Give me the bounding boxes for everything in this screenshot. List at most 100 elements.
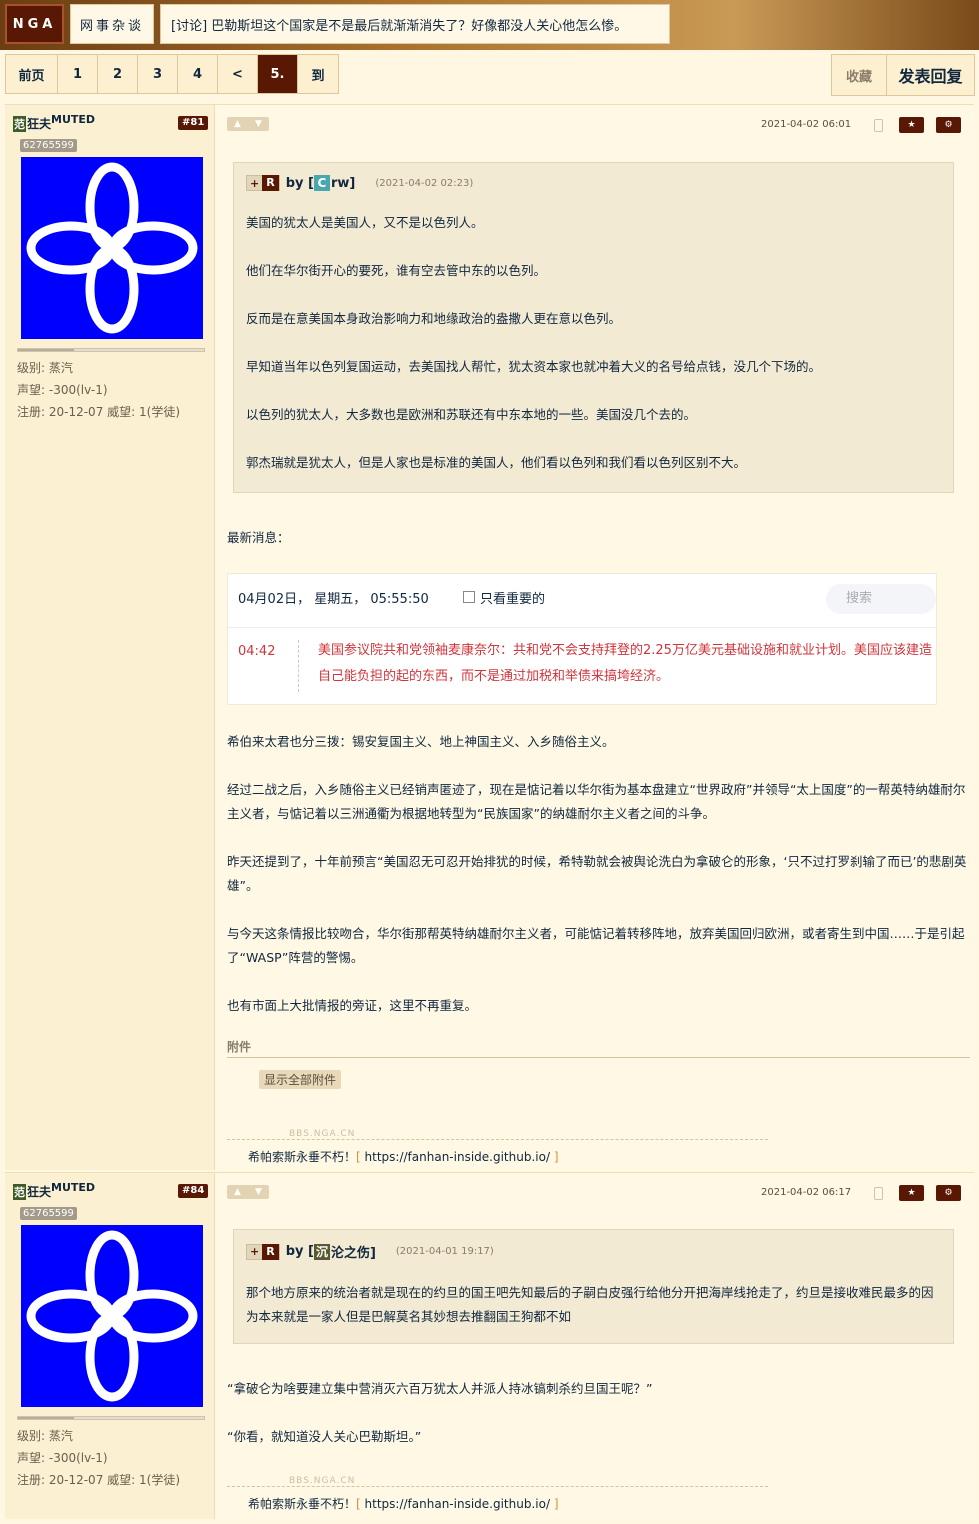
post-time: 2021-04-02 06:17 bbox=[761, 1187, 852, 1198]
user-level: 级别: 蒸汽 bbox=[17, 361, 73, 375]
user-level: 级别: 蒸汽 bbox=[17, 1429, 73, 1443]
quote-paragraph: 他们在华尔街开心的要死，谁有空去管中东的以色列。 bbox=[246, 263, 547, 278]
signature-text: 希帕索斯永垂不朽！[ https://fanhan-inside.github.… bbox=[248, 1150, 559, 1164]
pagination: 前页 1 2 3 4 < 5. 到 bbox=[5, 54, 339, 94]
signature: BBS.NGA.CN 希帕索斯永垂不朽！[ https://fanhan-ins… bbox=[227, 1476, 768, 1511]
quoted-author[interactable]: 沦之伤] bbox=[331, 1242, 376, 1261]
star-icon[interactable]: ★ bbox=[899, 117, 924, 133]
page-4-button[interactable]: 4 bbox=[178, 55, 218, 93]
user-panel: 范狂夫MUTED #81 62765599 级别: 蒸汽 声望: -300(lv… bbox=[5, 105, 215, 1170]
avatar[interactable] bbox=[21, 1225, 203, 1407]
reply-to-badge[interactable]: + R bbox=[246, 1243, 280, 1260]
thumbs-up-icon[interactable]: ▲ bbox=[234, 119, 241, 129]
user-prefix-badge: 范 bbox=[13, 116, 26, 132]
user-id[interactable]: 62765599 bbox=[20, 139, 77, 152]
show-all-attachments-button[interactable]: 显示全部附件 bbox=[259, 1070, 342, 1089]
quote-paragraph: 那个地方原来的统治者就是现在的约旦的国王吧先知最后的子嗣白皮强行给他分开把海岸线… bbox=[246, 1285, 934, 1324]
page-first-button[interactable]: 前页 bbox=[6, 55, 58, 93]
mobile-icon bbox=[874, 1187, 883, 1200]
divider bbox=[298, 640, 299, 692]
thumbs-down-icon[interactable]: ▼ bbox=[255, 1187, 262, 1197]
favorite-button[interactable]: 收藏 bbox=[832, 55, 887, 95]
signature-text: 希帕索斯永垂不朽！[ https://fanhan-inside.github.… bbox=[248, 1497, 559, 1511]
user-fame: 声望: -300(lv-1) bbox=[17, 1451, 108, 1465]
post-time: 2021-04-02 06:01 bbox=[761, 119, 852, 130]
post: 范狂夫MUTED #84 62765599 级别: 蒸汽 声望: -300(lv… bbox=[5, 1172, 974, 1519]
gear-icon[interactable]: ⚙ bbox=[936, 1185, 961, 1201]
quoted-author[interactable]: rw] bbox=[331, 176, 355, 191]
reply-button[interactable]: 发表回复 bbox=[887, 55, 974, 95]
quote-paragraph: 早知道当年以色列复国运动，去美国找人帮忙，犹太资本家也就冲着大义的名号给点钱，没… bbox=[246, 359, 822, 374]
vote-buttons[interactable]: ▲ ▼ bbox=[227, 117, 269, 131]
news-time: 04:42 bbox=[238, 644, 276, 659]
page-prev-button[interactable]: < bbox=[218, 55, 258, 93]
user-fame: 声望: -300(lv-1) bbox=[17, 383, 108, 397]
post-paragraph: 昨天还提到了，十年前预言“美国忍无可忍开始排犹的时候，希特勒就会被舆论洗白为拿破… bbox=[227, 854, 967, 893]
page-goto-button[interactable]: 到 bbox=[298, 55, 338, 93]
news-widget: 04月02日， 星期五， 05:55:50 只看重要的 搜索 04:42 美国参… bbox=[227, 573, 937, 705]
thumbs-up-icon[interactable]: ▲ bbox=[234, 1187, 241, 1197]
floor-number[interactable]: #81 bbox=[178, 116, 209, 130]
important-only-label[interactable]: 只看重要的 bbox=[480, 588, 545, 607]
quote-header: + R by [Crw] (2021-04-02 02:23) bbox=[246, 175, 941, 191]
nga-logo[interactable]: NGA bbox=[5, 4, 64, 44]
post-paragraph: “你看，就知道没人关心巴勒斯坦。” bbox=[227, 1429, 422, 1444]
post-content: ▲ ▼ 2021-04-02 06:17 ★ ⚙ + R by [沉沦之伤] (20… bbox=[222, 1173, 974, 1519]
post-content: ▲ ▼ 2021-04-02 06:01 ★ ⚙ + R by [Crw] (202… bbox=[222, 105, 974, 1170]
quote-paragraph: 以色列的犹太人，大多数也是欧洲和苏联还有中东本地的一些。美国没几个去的。 bbox=[246, 407, 697, 422]
post-paragraph: 与今天这条情报比较吻合，华尔街那帮英特纳雄耐尔主义者，可能惦记着转移阵地，放弃美… bbox=[227, 926, 965, 965]
user-tag: MUTED bbox=[51, 1181, 96, 1194]
divider bbox=[228, 627, 936, 628]
mobile-icon bbox=[874, 119, 883, 132]
post-paragraph: 经过二战之后，入乡随俗主义已经销声匿迹了，现在是惦记着以华尔街为基本盘建立“世界… bbox=[227, 782, 966, 821]
news-search-button[interactable]: 搜索 bbox=[826, 584, 936, 614]
quote-paragraph: 反而是在意美国本身政治影响力和地缘政治的盎撒人更在意以色列。 bbox=[246, 311, 622, 326]
level-progress-bar bbox=[17, 348, 205, 352]
reply-to-badge[interactable]: + R bbox=[246, 175, 280, 191]
user-id[interactable]: 62765599 bbox=[20, 1207, 77, 1220]
quote-block: + R by [Crw] (2021-04-02 02:23) 美国的犹太人是美国… bbox=[233, 162, 954, 493]
page-3-button[interactable]: 3 bbox=[138, 55, 178, 93]
important-only-checkbox[interactable] bbox=[463, 591, 475, 603]
level-progress-bar bbox=[17, 1416, 205, 1420]
username-text: 狂夫 bbox=[27, 1185, 52, 1199]
floor-number[interactable]: #84 bbox=[178, 1184, 209, 1198]
user-tag: MUTED bbox=[51, 113, 96, 126]
user-reg-prestige: 注册: 20-12-07 威望: 1(学徒) bbox=[17, 405, 181, 419]
gear-icon[interactable]: ⚙ bbox=[936, 117, 961, 133]
thumbs-down-icon[interactable]: ▼ bbox=[255, 119, 262, 129]
username-text: 狂夫 bbox=[27, 117, 52, 131]
page-2-button[interactable]: 2 bbox=[98, 55, 138, 93]
news-message: 美国参议院共和党领袖麦康奈尔：共和党不会支持拜登的2.25万亿美元基础设施和就业… bbox=[318, 643, 932, 684]
post-paragraph: “拿破仑为啥要建立集中营消灭六百万犹太人并派人持冰镐刺杀约旦国王呢？” bbox=[227, 1381, 653, 1396]
username[interactable]: 范狂夫MUTED bbox=[13, 1181, 96, 1200]
quote-paragraph: 郭杰瑞就是犹太人，但是人家也是标准的美国人，他们看以色列和我们看以色列区别不大。 bbox=[246, 455, 747, 470]
news-date: 04月02日， 星期五， 05:55:50 bbox=[238, 592, 429, 607]
user-meta: 级别: 蒸汽 声望: -300(lv-1) 注册: 20-12-07 威望: 1… bbox=[17, 357, 180, 423]
clover-avatar-icon bbox=[26, 1230, 198, 1402]
signature-link[interactable]: https://fanhan-inside.github.io/ bbox=[365, 1497, 550, 1511]
page-current: 5. bbox=[258, 55, 298, 93]
thread-actions: 收藏 发表回复 bbox=[831, 54, 975, 96]
avatar[interactable] bbox=[21, 157, 203, 339]
signature-link[interactable]: https://fanhan-inside.github.io/ bbox=[365, 1150, 550, 1164]
quoted-user-avatar-icon: C bbox=[313, 175, 330, 191]
user-panel: 范狂夫MUTED #84 62765599 级别: 蒸汽 声望: -300(lv… bbox=[5, 1173, 215, 1519]
post-text: 最新消息： bbox=[227, 530, 290, 545]
quote-time: (2021-04-01 19:17) bbox=[395, 1246, 494, 1257]
breadcrumb-board[interactable]: 网事杂谈 bbox=[70, 4, 154, 44]
user-prefix-badge: 范 bbox=[13, 1184, 26, 1200]
page-1-button[interactable]: 1 bbox=[58, 55, 98, 93]
username[interactable]: 范狂夫MUTED bbox=[13, 113, 96, 132]
star-icon[interactable]: ★ bbox=[899, 1185, 924, 1201]
user-reg-prestige: 注册: 20-12-07 威望: 1(学徒) bbox=[17, 1473, 181, 1487]
quoted-user-avatar-icon: 沉 bbox=[313, 1243, 330, 1260]
quote-paragraph: 美国的犹太人是美国人，又不是以色列人。 bbox=[246, 215, 484, 230]
quote-time: (2021-04-02 02:23) bbox=[375, 177, 474, 189]
post-paragraph: 希伯来太君也分三拨：锡安复国主义、地上神国主义、入乡随俗主义。 bbox=[227, 734, 615, 749]
thread-title[interactable]: [讨论] 巴勒斯坦这个国家是不是最后就渐渐消失了？好像都没人关心他怎么惨。 bbox=[160, 4, 670, 44]
attachments-header: 附件 bbox=[227, 1038, 970, 1058]
signature-watermark: BBS.NGA.CN bbox=[289, 1476, 356, 1486]
clover-avatar-icon bbox=[26, 162, 198, 334]
vote-buttons[interactable]: ▲ ▼ bbox=[227, 1185, 269, 1199]
